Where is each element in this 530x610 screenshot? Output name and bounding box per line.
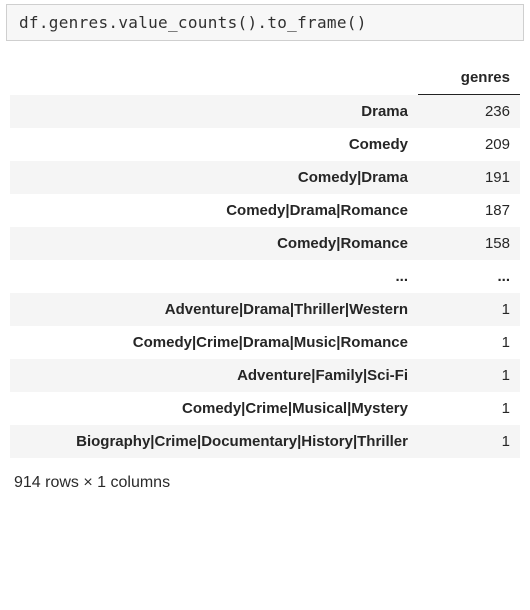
row-value: 1 xyxy=(418,425,520,458)
row-label: Comedy|Crime|Drama|Music|Romance xyxy=(10,326,418,359)
row-label: Biography|Crime|Documentary|History|Thri… xyxy=(10,425,418,458)
table-row: Comedy|Drama 191 xyxy=(10,161,520,194)
row-value: 209 xyxy=(418,128,520,161)
row-value: 1 xyxy=(418,359,520,392)
row-value: 1 xyxy=(418,326,520,359)
row-label: Adventure|Drama|Thriller|Western xyxy=(10,293,418,326)
header-row: genres xyxy=(10,61,520,95)
row-label: Comedy|Drama|Romance xyxy=(10,194,418,227)
ellipsis-value: ... xyxy=(418,260,520,293)
table-row: Drama 236 xyxy=(10,95,520,129)
table-row: Biography|Crime|Documentary|History|Thri… xyxy=(10,425,520,458)
output-area: genres Drama 236 Comedy 209 Comedy|Drama… xyxy=(0,41,530,492)
row-label: Drama xyxy=(10,95,418,129)
table-row: Comedy|Crime|Musical|Mystery 1 xyxy=(10,392,520,425)
table-row: Comedy|Romance 158 xyxy=(10,227,520,260)
table-row: Adventure|Family|Sci-Fi 1 xyxy=(10,359,520,392)
row-value: 158 xyxy=(418,227,520,260)
row-value: 1 xyxy=(418,392,520,425)
dataframe-table: genres Drama 236 Comedy 209 Comedy|Drama… xyxy=(10,61,520,458)
table-row: Comedy|Drama|Romance 187 xyxy=(10,194,520,227)
row-label: Comedy xyxy=(10,128,418,161)
column-header-genres: genres xyxy=(418,61,520,95)
code-input-cell[interactable]: df.genres.value_counts().to_frame() xyxy=(6,4,524,41)
code-text: df.genres.value_counts().to_frame() xyxy=(19,13,367,32)
table-row: Comedy|Crime|Drama|Music|Romance 1 xyxy=(10,326,520,359)
table-row: Adventure|Drama|Thriller|Western 1 xyxy=(10,293,520,326)
ellipsis-label: ... xyxy=(10,260,418,293)
row-value: 191 xyxy=(418,161,520,194)
row-label: Comedy|Crime|Musical|Mystery xyxy=(10,392,418,425)
row-label: Adventure|Family|Sci-Fi xyxy=(10,359,418,392)
index-header-blank xyxy=(10,61,418,95)
row-value: 187 xyxy=(418,194,520,227)
table-row: Comedy 209 xyxy=(10,128,520,161)
ellipsis-row: ... ... xyxy=(10,260,520,293)
row-value: 236 xyxy=(418,95,520,129)
row-label: Comedy|Drama xyxy=(10,161,418,194)
shape-info: 914 rows × 1 columns xyxy=(10,474,520,492)
row-label: Comedy|Romance xyxy=(10,227,418,260)
row-value: 1 xyxy=(418,293,520,326)
